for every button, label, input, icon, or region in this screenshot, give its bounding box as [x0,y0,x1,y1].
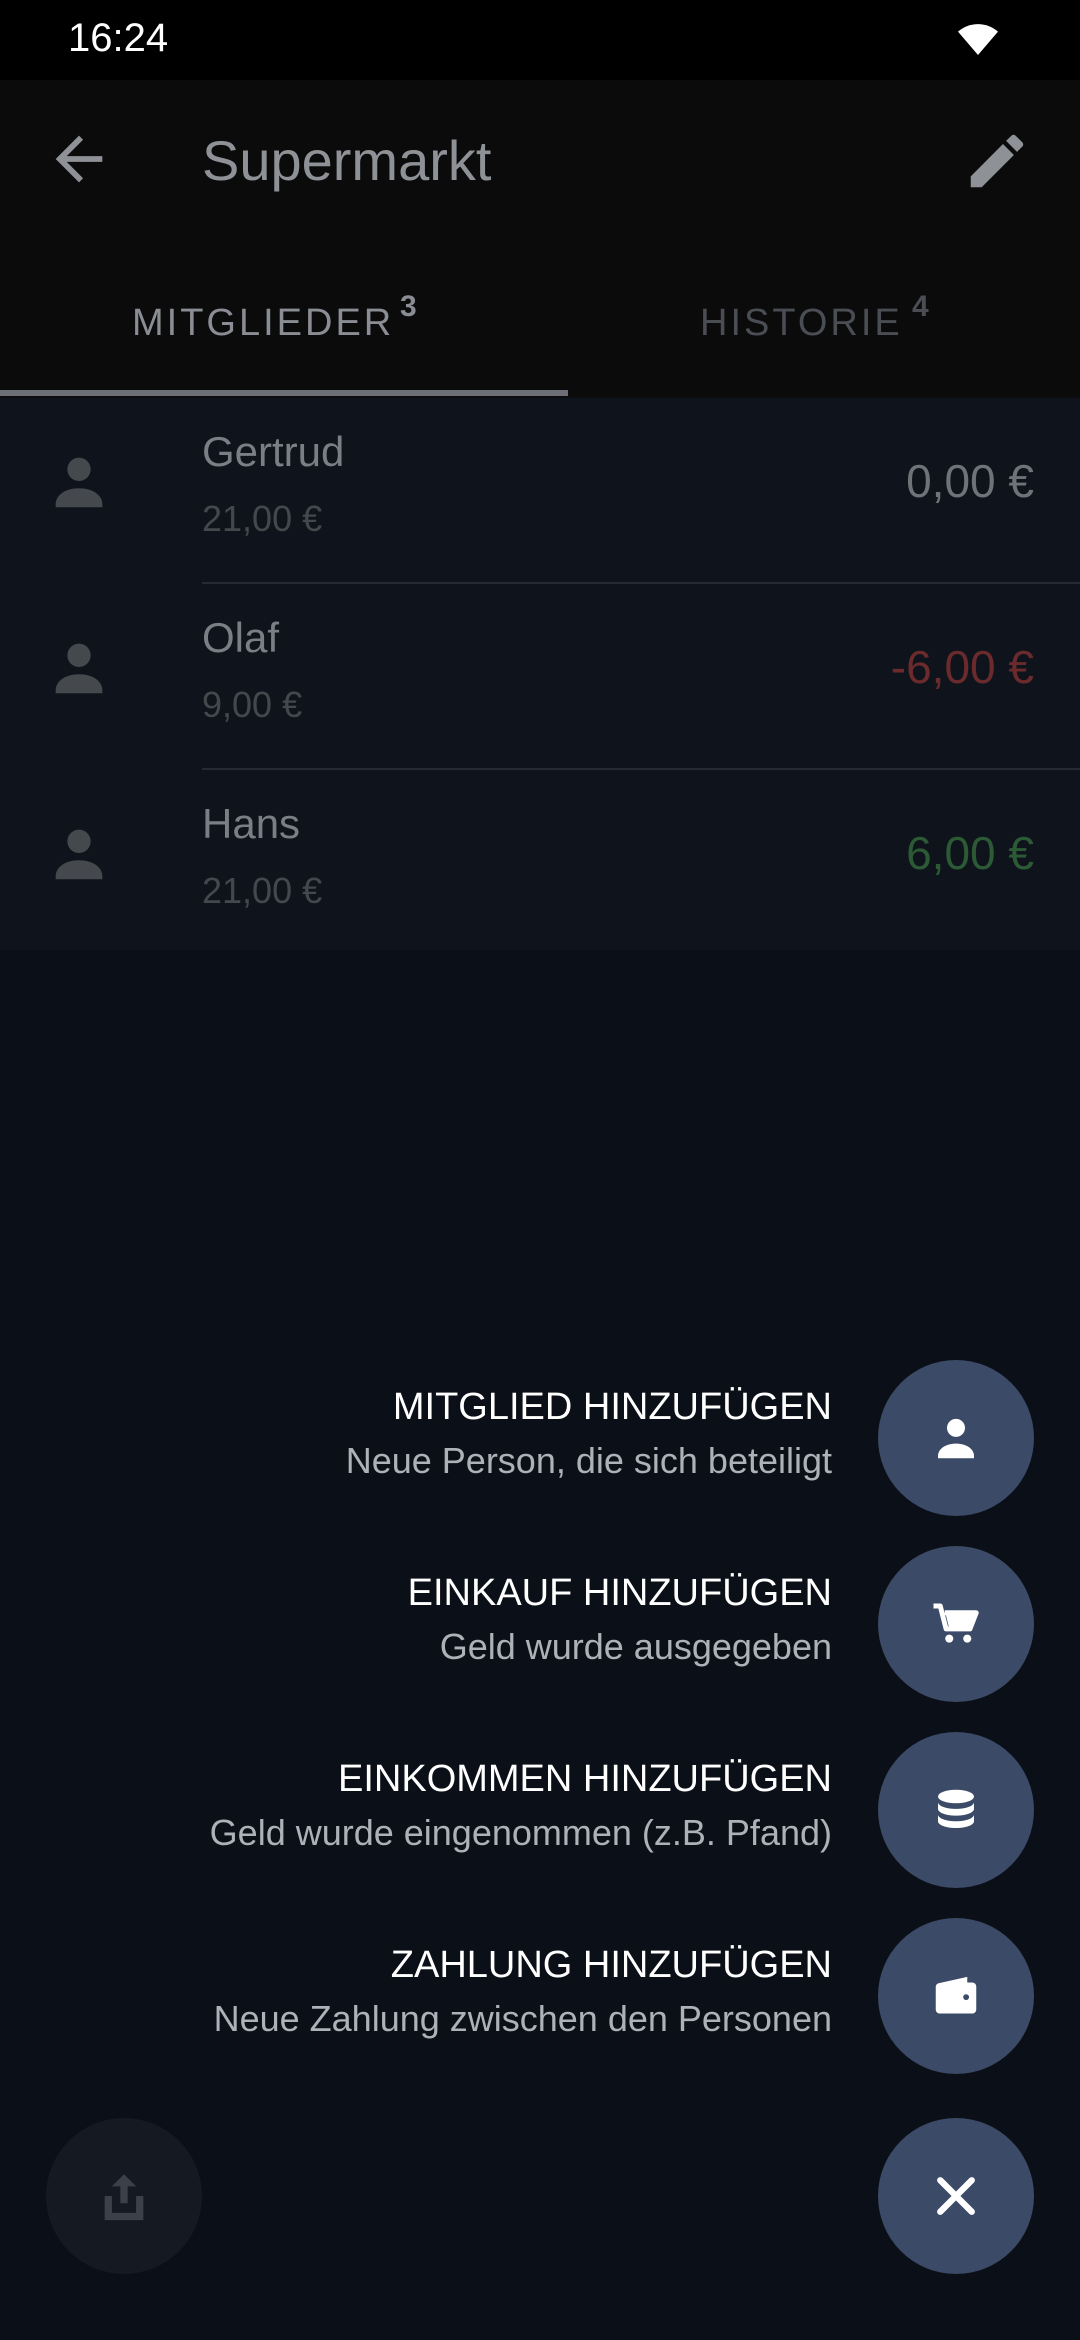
screen: 16:24 Supermarkt MITGLIEDER 3 HISTORIE 4 [0,0,1080,2340]
back-arrow-icon[interactable] [44,124,114,194]
add-purchase-button[interactable] [878,1546,1034,1702]
app-bar: Supermarkt [0,80,1080,240]
add-income-title: EINKOMMEN HINZUFÜGEN [338,1758,832,1800]
member-balance: -6,00 € [890,641,1034,693]
add-member-subtitle: Neue Person, die sich beteiligt [345,1440,832,1481]
add-payment-title: ZAHLUNG HINZUFÜGEN [390,1944,832,1986]
tab-indicator [0,390,568,396]
speed-dial-add-member[interactable]: MITGLIED HINZUFÜGEN Neue Person, die sic… [0,1358,1080,1518]
member-balance: 0,00 € [906,455,1034,507]
member-name: Hans [202,800,301,847]
add-income-subtitle: Geld wurde eingenommen (z.B. Pfand) [209,1812,832,1853]
person-icon [55,643,103,694]
wallet-icon [935,1976,977,2014]
member-name: Olaf [202,614,280,661]
member-spent: 21,00 € [202,498,323,539]
speed-dial-add-income[interactable]: EINKOMMEN HINZUFÜGEN Geld wurde eingenom… [0,1730,1080,1890]
member-row[interactable]: Olaf 9,00 € -6,00 € [0,584,1080,770]
tab-members[interactable]: MITGLIEDER 3 [0,240,540,398]
close-icon [937,2177,975,2215]
add-purchase-subtitle: Geld wurde ausgegeben [439,1626,832,1667]
tab-history-count: 4 [912,290,929,323]
member-spent: 21,00 € [202,870,323,911]
add-member-title: MITGLIED HINZUFÜGEN [392,1386,832,1428]
coins-icon [938,1789,974,1828]
cart-icon [933,1603,979,1643]
tab-members-count: 3 [400,290,417,323]
add-payment-subtitle: Neue Zahlung zwischen den Personen [213,1998,832,2039]
add-payment-button[interactable] [878,1918,1034,2074]
share-button[interactable] [46,2118,202,2274]
speed-dial-add-purchase[interactable]: EINKAUF HINZUFÜGEN Geld wurde ausgegeben [0,1544,1080,1704]
tab-bar: MITGLIEDER 3 HISTORIE 4 [0,240,1080,398]
close-speed-dial-button[interactable] [878,2118,1034,2274]
member-balance: 6,00 € [906,827,1034,879]
person-icon [55,829,103,880]
member-name: Gertrud [202,428,345,475]
status-bar: 16:24 [0,0,1080,80]
status-time: 16:24 [68,16,169,60]
page-title: Supermarkt [202,129,492,192]
add-member-button[interactable] [878,1360,1034,1516]
speed-dial-add-payment[interactable]: ZAHLUNG HINZUFÜGEN Neue Zahlung zwischen… [0,1916,1080,2076]
add-income-button[interactable] [878,1732,1034,1888]
add-purchase-title: EINKAUF HINZUFÜGEN [407,1572,832,1614]
tab-history[interactable]: HISTORIE 4 [540,240,1080,398]
edit-pencil-icon[interactable] [962,126,1032,196]
tab-members-label: MITGLIEDER [132,302,395,344]
share-icon [104,2174,144,2221]
member-spent: 9,00 € [202,684,303,725]
member-row[interactable]: Hans 21,00 € 6,00 € [0,770,1080,956]
person-icon [938,1418,974,1459]
tab-history-label: HISTORIE [700,302,903,344]
wifi-icon [958,24,998,55]
person-icon [55,457,103,508]
member-row[interactable]: Gertrud 21,00 € 0,00 € [0,398,1080,584]
